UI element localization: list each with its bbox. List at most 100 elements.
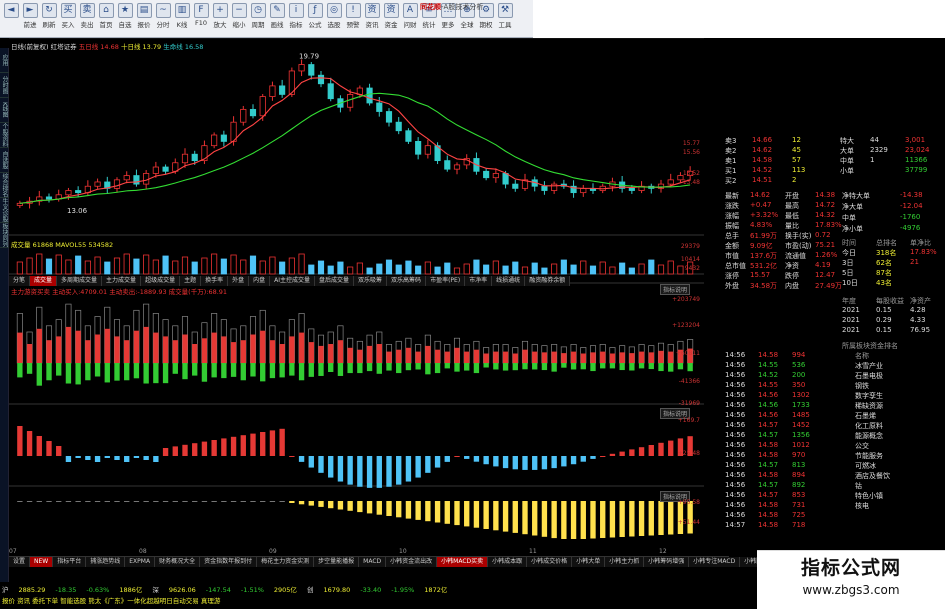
bottom-tab[interactable]: 小韩主力抓 xyxy=(605,557,645,567)
sector-row[interactable]: 石墨烯 xyxy=(720,411,945,420)
indicator-tab[interactable]: 主题 xyxy=(180,276,202,286)
draw-button[interactable]: ✎ 画线 xyxy=(268,1,286,37)
bottom-tab[interactable]: MACD xyxy=(359,557,387,567)
news-button[interactable]: 资资讯 xyxy=(363,1,381,37)
sector-row[interactable]: 化工原料 xyxy=(720,421,945,430)
sector-row[interactable]: 冰雪产业 xyxy=(720,361,945,370)
cycle-button[interactable]: ◷ 周期 xyxy=(249,1,267,37)
indicator-tab[interactable]: 成交量 xyxy=(30,276,58,286)
indicator-tab[interactable]: 市盈率(PE) xyxy=(426,276,466,286)
bottom-tab[interactable]: 小韩专注MACD xyxy=(689,557,741,567)
bottom-tab[interactable]: 小韩资金流出改 xyxy=(386,557,438,567)
bottom-tab[interactable]: 小韩成交价格 xyxy=(527,557,573,567)
kline-button[interactable]: ▥ K线 xyxy=(173,1,191,37)
bottom-tab[interactable]: 小韩筹码增强 xyxy=(644,557,690,567)
indicator-tab[interactable]: 市净率 xyxy=(465,276,493,286)
candle xyxy=(628,187,635,191)
sell-button[interactable]: 卖卖出 xyxy=(78,1,96,37)
left-tab-item[interactable]: 分时图 xyxy=(0,73,9,98)
indicator-tab[interactable]: 融资融券余额 xyxy=(525,276,571,286)
indicator-tab[interactable]: 内盘 xyxy=(249,276,271,286)
warning-icon: ! xyxy=(345,3,361,18)
quote-button[interactable]: ▤ 报价 xyxy=(135,1,153,37)
select-stock-icon: ◎ xyxy=(326,3,342,18)
x-tick-label: 10 xyxy=(399,548,407,555)
funds-button[interactable]: 资资金 xyxy=(382,1,400,37)
fenshi-button[interactable]: ~ 分时 xyxy=(154,1,172,37)
left-tab-item[interactable]: 板块同列 xyxy=(0,223,9,248)
indicator-tab[interactable]: 多周期成交量 xyxy=(57,276,103,286)
bottom-tab[interactable]: 小韩MACD买卖 xyxy=(437,557,489,567)
forward-button[interactable]: ► 前进 xyxy=(21,1,39,37)
sector-row[interactable]: 能源概念 xyxy=(720,431,945,440)
ind2-bar xyxy=(609,453,616,456)
ind2-bar xyxy=(551,456,557,469)
zoom-out-button[interactable]: − 缩小 xyxy=(230,1,248,37)
bottom-tab[interactable]: 指标平台 xyxy=(53,557,87,567)
left-tab-item[interactable]: K线图 xyxy=(0,98,9,123)
ind2-bar xyxy=(570,456,577,465)
back-button[interactable]: ◄ xyxy=(2,1,20,37)
index-button[interactable]: i 指标 xyxy=(287,1,305,37)
warning-button[interactable]: ! 预警 xyxy=(344,1,362,37)
zoom-in-icon: + xyxy=(212,3,228,18)
sector-row[interactable]: 钴 xyxy=(720,481,945,490)
indicator-tab[interactable]: 分笔 xyxy=(9,276,31,286)
status-links[interactable]: 报价 资讯 委托下单 智能选股 熊太《广东》一体化超越明日自动交易 真理游 xyxy=(2,595,220,605)
select-stock-button[interactable]: ◎ 选股 xyxy=(325,1,343,37)
indicator-tab[interactable]: AI主控成交量 xyxy=(270,276,316,286)
sector-row[interactable]: 节能服务 xyxy=(720,451,945,460)
volume-bar xyxy=(269,256,276,275)
flow-label: 净小单 xyxy=(842,225,863,233)
sector-row[interactable]: 核电 xyxy=(720,501,945,510)
bottom-tab[interactable]: 财务概况大全 xyxy=(155,557,201,567)
left-tab-item[interactable]: 综合排名 xyxy=(0,173,9,198)
left-tab-item[interactable]: 应用 xyxy=(0,48,9,73)
toolbar-label: 工具 xyxy=(498,21,512,29)
sector-row[interactable]: 特色小镇 xyxy=(720,491,945,500)
indicator-tab[interactable]: 换手率 xyxy=(201,276,229,286)
bottom-tab[interactable]: 设置 xyxy=(9,557,31,567)
ind1-help-button[interactable]: 指标说明 xyxy=(659,284,690,295)
zoom-in-button[interactable]: + 放大 xyxy=(211,1,229,37)
ai-button[interactable]: A 问财 xyxy=(401,1,419,37)
sector-row[interactable]: 稀缺资源 xyxy=(720,401,945,410)
chart-area[interactable]: 19.79 13.06 日线(前复权) 红塔证券 五日线 14.68 十日线 13… xyxy=(9,38,704,549)
ind2-bar xyxy=(434,456,441,468)
sector-row[interactable]: 可燃冰 xyxy=(720,461,945,470)
sector-row[interactable]: 数字孪生 xyxy=(720,391,945,400)
indicator-tab[interactable]: 盘后成交量 xyxy=(315,276,355,286)
sector-name: 冰雪产业 xyxy=(855,362,883,370)
left-tab-item[interactable]: 牛叉诊股 xyxy=(0,198,9,223)
bottom-tab[interactable]: 小韩成本跟 xyxy=(488,557,528,567)
sector-row[interactable]: 石墨电极 xyxy=(720,371,945,380)
sector-row[interactable]: 酒店及餐饮 xyxy=(720,471,945,480)
formula-button[interactable]: ƒ 公式 xyxy=(306,1,324,37)
indicator-tab[interactable]: 外盘 xyxy=(228,276,250,286)
indicator-tab[interactable]: 线损通统 xyxy=(492,276,526,286)
left-tab-item[interactable]: 自选股 xyxy=(0,148,9,173)
indicator-tab[interactable]: 主力成交量 xyxy=(102,276,142,286)
buy-button[interactable]: 买买入 xyxy=(59,1,77,37)
f10-button[interactable]: F F10 xyxy=(192,1,210,37)
ind2-bar xyxy=(308,456,314,468)
indicator-tab[interactable]: 双乐高筹码 xyxy=(387,276,427,286)
bottom-tab[interactable]: 资金指数年报到付 xyxy=(200,557,258,567)
bottom-tab[interactable]: 梅花主力资金实测 xyxy=(257,557,315,567)
bottom-tab[interactable]: EXPMA xyxy=(125,557,156,567)
refresh-button[interactable]: ↻ 刷新 xyxy=(40,1,58,37)
tools-button[interactable]: ⚒ 工具 xyxy=(496,1,514,37)
bottom-tab[interactable]: NEW xyxy=(30,557,54,567)
bottom-tab[interactable]: 捕涨趋势线 xyxy=(86,557,126,567)
indicator-tab[interactable]: 双乐吸筹 xyxy=(354,276,388,286)
self-select-button[interactable]: ★ 自选 xyxy=(116,1,134,37)
indicator-tab[interactable]: 超级成交量 xyxy=(141,276,181,286)
sector-row[interactable]: 公交 xyxy=(720,441,945,450)
home-button[interactable]: ⌂ 首页 xyxy=(97,1,115,37)
sector-row[interactable]: 名称 xyxy=(720,351,945,360)
ind2-bar xyxy=(425,456,431,473)
left-tab-item[interactable]: 个股资料 xyxy=(0,123,9,148)
bottom-tab[interactable]: 小韩大单 xyxy=(572,557,606,567)
sector-row[interactable]: 钢铁 xyxy=(720,381,945,390)
bottom-tab[interactable]: 步空量能播报 xyxy=(314,557,360,567)
